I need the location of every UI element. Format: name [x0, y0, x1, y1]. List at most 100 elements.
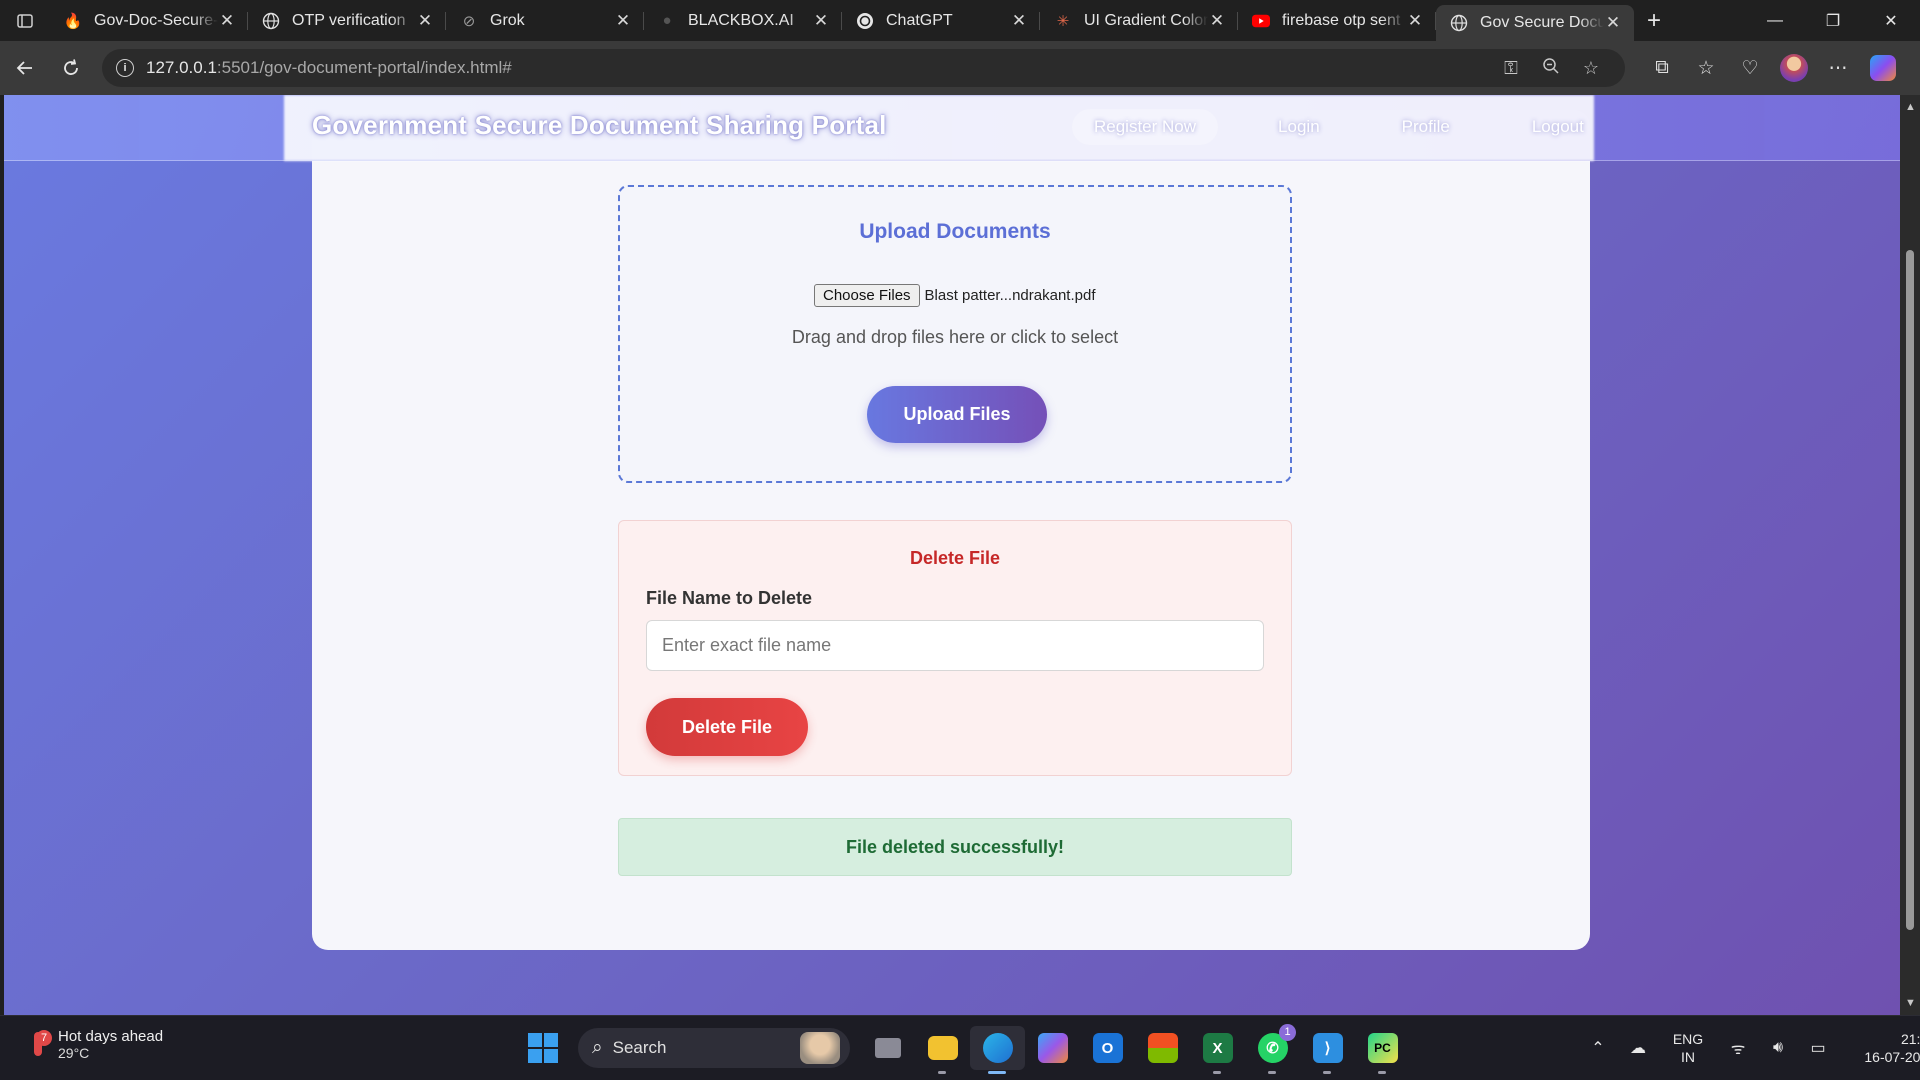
- whatsapp-icon[interactable]: ✆ 1: [1245, 1024, 1300, 1074]
- scroll-down-icon[interactable]: ▼: [1905, 997, 1916, 1009]
- clock[interactable]: 21:29 16-07-2025: [1846, 1030, 1920, 1066]
- tab-blackbox[interactable]: ● BLACKBOX.AI ✕: [644, 0, 842, 41]
- back-icon[interactable]: [2, 48, 48, 88]
- dropzone-hint: Drag and drop files here or click to sel…: [791, 327, 1119, 347]
- restore-icon[interactable]: ❐: [1804, 0, 1862, 41]
- nav-profile[interactable]: Profile: [1380, 109, 1472, 145]
- chosen-file-name: Blast patter...ndrakant.pdf: [924, 287, 1096, 304]
- tab-gov-secure-docum[interactable]: Gov Secure Docum ✕: [1436, 5, 1634, 41]
- zoom-icon[interactable]: [1531, 57, 1571, 80]
- browser-tab-bar: 🔥 Gov-Doc-Secure-S ✕ OTP verification ✕ …: [0, 0, 1920, 41]
- key-icon[interactable]: ⚿: [1491, 58, 1531, 79]
- windows-taskbar: 7 Hot days ahead 29°C ⌕ Search O X ✆ 1 ⟩ …: [0, 1015, 1920, 1080]
- profile-avatar[interactable]: [1780, 54, 1808, 82]
- browser-essentials-icon[interactable]: ♡: [1728, 57, 1772, 80]
- onedrive-icon[interactable]: ☁: [1618, 1038, 1658, 1058]
- pycharm-icon[interactable]: PC: [1355, 1026, 1410, 1074]
- delete-heading: Delete File: [909, 548, 1001, 568]
- vscode-icon[interactable]: ⟩: [1300, 1026, 1355, 1074]
- url-host: 127.0.0.1: [146, 58, 217, 77]
- address-bar-row: i 127.0.0.1:5501/gov-document-portal/ind…: [0, 41, 1920, 95]
- tab-otp-verification[interactable]: OTP verification ✕: [248, 0, 446, 41]
- favorites-icon[interactable]: ☆: [1684, 57, 1728, 80]
- file-explorer-icon[interactable]: [915, 1026, 970, 1074]
- file-input[interactable]: Choose Files Blast patter...ndrakant.pdf: [814, 284, 1096, 307]
- upload-dropzone[interactable]: Upload Documents Choose Files Blast patt…: [618, 185, 1292, 483]
- delete-field-label: File Name to Delete: [646, 588, 813, 608]
- battery-icon[interactable]: ▭: [1798, 1038, 1838, 1058]
- minimize-icon[interactable]: —: [1746, 0, 1804, 41]
- close-icon[interactable]: ✕: [1406, 11, 1424, 31]
- site-brand[interactable]: Government Secure Document Sharing Porta…: [312, 110, 887, 141]
- copilot-icon[interactable]: [1870, 55, 1896, 81]
- blackbox-icon: ●: [662, 12, 672, 29]
- outlook-icon[interactable]: O: [1080, 1026, 1135, 1070]
- url-bar[interactable]: i 127.0.0.1:5501/gov-document-portal/ind…: [102, 49, 1625, 87]
- url-text[interactable]: 127.0.0.1:5501/gov-document-portal/index…: [146, 58, 1491, 78]
- weather-widget[interactable]: 7 Hot days ahead 29°C: [26, 1028, 163, 1061]
- tab-ui-gradient[interactable]: ✳ UI Gradient Color ✕: [1040, 0, 1238, 41]
- youtube-icon: [1252, 12, 1270, 30]
- close-icon[interactable]: ✕: [1010, 11, 1028, 31]
- tab-title: OTP verification: [292, 11, 406, 29]
- taskbar-search[interactable]: ⌕ Search: [578, 1028, 850, 1068]
- globe-icon: [262, 12, 280, 30]
- tab-chatgpt[interactable]: ChatGPT ✕: [842, 0, 1040, 41]
- close-icon[interactable]: ✕: [1208, 11, 1226, 31]
- favorite-star-icon[interactable]: ☆: [1571, 58, 1611, 79]
- nav-logout[interactable]: Logout: [1510, 109, 1606, 145]
- upload-files-button[interactable]: Upload Files: [867, 386, 1047, 443]
- close-icon[interactable]: ✕: [1604, 13, 1622, 33]
- window-controls: — ❐ ✕: [1746, 0, 1920, 41]
- page-scrollbar[interactable]: ▲ ▼: [1900, 95, 1920, 1015]
- delete-filename-input[interactable]: [646, 620, 1264, 671]
- tab-grok[interactable]: ⊘ Grok ✕: [446, 0, 644, 41]
- chatgpt-icon: [856, 12, 874, 30]
- tab-actions-icon[interactable]: [0, 0, 50, 41]
- language-indicator[interactable]: ENG IN: [1658, 1030, 1718, 1066]
- tab-title: firebase otp sent s: [1282, 11, 1406, 29]
- close-window-icon[interactable]: ✕: [1862, 0, 1920, 41]
- weather-title: Hot days ahead: [58, 1028, 164, 1045]
- search-icon: ⌕: [592, 1037, 603, 1058]
- extensions-icon[interactable]: ⧉: [1640, 57, 1684, 79]
- tab-firebase-otp[interactable]: firebase otp sent s ✕: [1238, 0, 1436, 41]
- tab-title: Grok: [490, 11, 525, 29]
- thermometer-icon: 7: [26, 1029, 52, 1060]
- nav-register[interactable]: Register Now: [1072, 109, 1219, 145]
- close-icon[interactable]: ✕: [416, 11, 434, 31]
- search-label: Search: [612, 1038, 667, 1057]
- sparkle-icon: ✳: [1056, 12, 1070, 30]
- lang-line-1: ENG: [1672, 1031, 1704, 1047]
- close-icon[interactable]: ✕: [218, 11, 236, 31]
- weather-temp: 29°C: [58, 1045, 90, 1061]
- globe-icon: [1450, 14, 1468, 32]
- excel-icon[interactable]: X: [1190, 1026, 1245, 1074]
- task-view-icon[interactable]: [860, 1026, 915, 1070]
- scroll-up-icon[interactable]: ▲: [1905, 101, 1916, 113]
- reload-icon[interactable]: [48, 48, 94, 88]
- site-nav: Register Now Login Profile Logout: [1072, 109, 1644, 145]
- scrollbar-thumb[interactable]: [1906, 250, 1914, 930]
- close-icon[interactable]: ✕: [812, 11, 830, 31]
- weather-badge: 7: [36, 1029, 52, 1046]
- choose-files-button[interactable]: Choose Files: [814, 284, 920, 307]
- whatsapp-badge: 1: [1279, 1024, 1296, 1041]
- taskbar-apps: ⌕ Search O X ✆ 1 ⟩ PC: [528, 1024, 1410, 1074]
- new-tab-icon[interactable]: +: [1634, 7, 1674, 35]
- delete-file-panel: Delete File File Name to Delete Delete F…: [618, 520, 1292, 776]
- tab-gov-doc-secure[interactable]: 🔥 Gov-Doc-Secure-S ✕: [50, 0, 248, 41]
- site-info-icon[interactable]: i: [116, 59, 134, 77]
- copilot-app-icon[interactable]: [1025, 1026, 1080, 1070]
- delete-file-button[interactable]: Delete File: [646, 698, 808, 756]
- volume-icon[interactable]: 🔊︎: [1758, 1039, 1798, 1057]
- edge-browser-icon[interactable]: [970, 1026, 1025, 1074]
- browser-toolbar: ⧉ ☆ ♡ ⋯: [1640, 49, 1896, 87]
- windows-start-icon[interactable]: [528, 1033, 558, 1063]
- nav-login[interactable]: Login: [1256, 109, 1342, 145]
- chevron-up-icon[interactable]: ⌃: [1578, 1038, 1618, 1058]
- more-menu-icon[interactable]: ⋯: [1816, 57, 1860, 80]
- wifi-icon[interactable]: ᯤ: [1718, 1037, 1758, 1059]
- microsoft-store-icon[interactable]: [1135, 1026, 1190, 1070]
- close-icon[interactable]: ✕: [614, 11, 632, 31]
